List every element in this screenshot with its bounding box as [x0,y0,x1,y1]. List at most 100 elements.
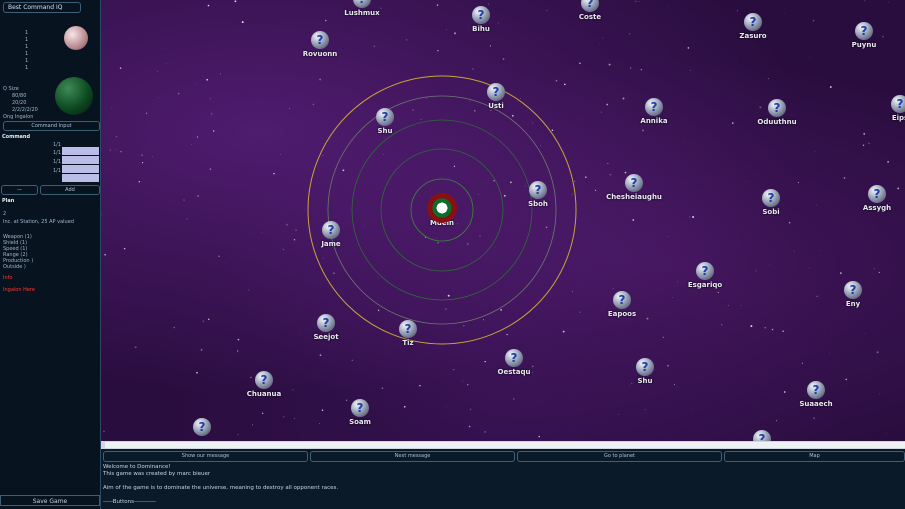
planet-name: Zasuro [739,32,767,40]
planet-marker[interactable]: ? Lushmux [332,0,392,17]
galaxy-map[interactable]: Muein ? Lushmux? Bihu? Coste? Zasuro? Puynu? R… [101,0,905,441]
planet-marker[interactable]: ? Usti [466,83,526,110]
stat-row: 1 [25,44,29,50]
question-mark-icon: ? [381,110,389,124]
plan-line: 2 [3,211,7,217]
planet-marker[interactable]: ? Shu [615,358,675,385]
question-mark-icon: ? [630,176,638,190]
planet-marker[interactable]: ? Zasuro [723,13,783,40]
planet-name: Eips [891,114,905,122]
command-input-button[interactable]: Command Input [3,121,100,131]
planet-marker[interactable]: ? Jame [301,221,361,248]
save-game-button[interactable]: Save Game [0,495,100,506]
log-line: This game was created by marc bieuer [103,471,211,477]
planet-marker[interactable]: ? Suaaech [786,381,846,408]
command-slider[interactable] [62,165,99,173]
planet-name: Shu [637,377,653,385]
planet-marker[interactable]: ? Eny [823,281,883,308]
scrollbar-thumb[interactable] [105,442,905,448]
question-mark-icon: ? [860,24,868,38]
planet-marker[interactable]: ? Chuanua [234,371,294,398]
planet-name: Oduuthnu [757,118,797,126]
unknown-planet-icon: ? [193,418,211,436]
question-mark-icon: ? [510,351,518,365]
home-planet[interactable]: Muein [412,193,472,227]
planet-marker[interactable]: ? Oduuthnu [747,99,807,126]
planet-name: Annika [640,117,668,125]
unknown-planet-icon: ? [255,371,273,389]
log-line: Aim of the game is to dominate the unive… [103,485,339,491]
unknown-planet-icon: ? [762,189,780,207]
planet-marker[interactable]: ? Chesheiaughu [604,174,664,201]
planet-marker[interactable]: ? Soam [330,399,390,426]
planet-marker[interactable]: ? [172,418,232,437]
map-scrollbar[interactable] [101,441,905,449]
unknown-planet-icon: ? [625,174,643,192]
unknown-planet-icon: ? [322,221,340,239]
planet-marker[interactable]: ? Bihu [451,6,511,33]
show-message-button[interactable]: Show our message [103,451,308,462]
map-button[interactable]: Map [724,451,905,462]
stat-row: 1 [25,37,29,43]
unknown-planet-icon: ? [753,430,771,441]
unknown-planet-icon: ? [744,13,762,31]
planet-marker[interactable]: ? Annika [624,98,684,125]
question-mark-icon: ? [812,383,820,397]
planet-marker[interactable]: ? Sboh [508,181,568,208]
planet-stat: 20/20 [12,100,27,106]
log-line: -----Buttons----------- [103,499,156,505]
planet-marker[interactable]: ? Rovuonn [290,31,350,58]
planet-marker[interactable]: ? Shu [355,108,415,135]
planet-stat: 80/80 [12,93,27,99]
unknown-planet-icon: ? [645,98,663,116]
question-mark-icon: ? [260,373,268,387]
question-mark-icon: ? [353,0,371,7]
question-mark-icon: ? [356,401,364,415]
question-mark-icon: ? [534,183,542,197]
unknown-planet-icon: ? [505,349,523,367]
planet-name: Shu [377,127,393,135]
planet-marker[interactable]: ? Eips [870,95,905,122]
add-button[interactable]: Add [40,185,100,195]
stat-row: 1 [25,65,29,71]
planet-marker[interactable]: ? [732,430,792,441]
planet-stat: Q Size [3,86,19,92]
stat-row: 1 [25,30,29,36]
planet-marker[interactable]: ? Sobi [741,189,801,216]
go-to-planet-button[interactable]: Go to planet [517,451,722,462]
planet-name: Esgariqo [687,281,723,289]
unknown-planet-icon: ? [399,320,417,338]
next-message-button[interactable]: Next message [310,451,515,462]
planet-marker[interactable]: ? Esgariqo [675,262,735,289]
command-slider[interactable] [62,156,99,164]
planet-marker[interactable]: ? Oestaqu [484,349,544,376]
planet-marker[interactable]: ? Seejot [296,314,356,341]
command-slider[interactable] [62,174,99,182]
question-mark-icon: ? [586,0,594,10]
remove-button[interactable]: — [1,185,38,195]
unknown-planet-icon: ? [891,95,905,113]
question-mark-icon: ? [492,85,500,99]
unknown-planet-icon: ? [529,181,547,199]
unknown-planet-icon: ? [696,262,714,280]
planet-marker[interactable]: ? Eapoos [592,291,652,318]
planet-marker[interactable]: ? Tiz [378,320,438,347]
planet-marker[interactable]: ? Puynu [834,22,894,49]
command-slider[interactable] [62,147,99,155]
question-mark-icon: ? [322,316,330,330]
message-log: Welcome to Dominance! This game was crea… [103,464,338,506]
bar-label: 1/1 [53,142,62,148]
home-planet-icon [427,193,457,223]
planet-globe [55,77,93,115]
planet-name: Usti [488,102,504,110]
question-mark-icon: ? [767,191,775,205]
question-mark-icon: ? [618,293,626,307]
alert-text: Info [3,275,13,281]
planet-marker[interactable]: ? Coste [560,0,620,21]
planet-marker[interactable]: ? Assygh [847,185,905,212]
planet-name: Sobi [762,208,780,216]
planet-name: Chesheiaughu [606,193,662,201]
question-mark-icon: ? [316,33,324,47]
unknown-planet-icon: ? [376,108,394,126]
question-mark-icon: ? [873,187,881,201]
